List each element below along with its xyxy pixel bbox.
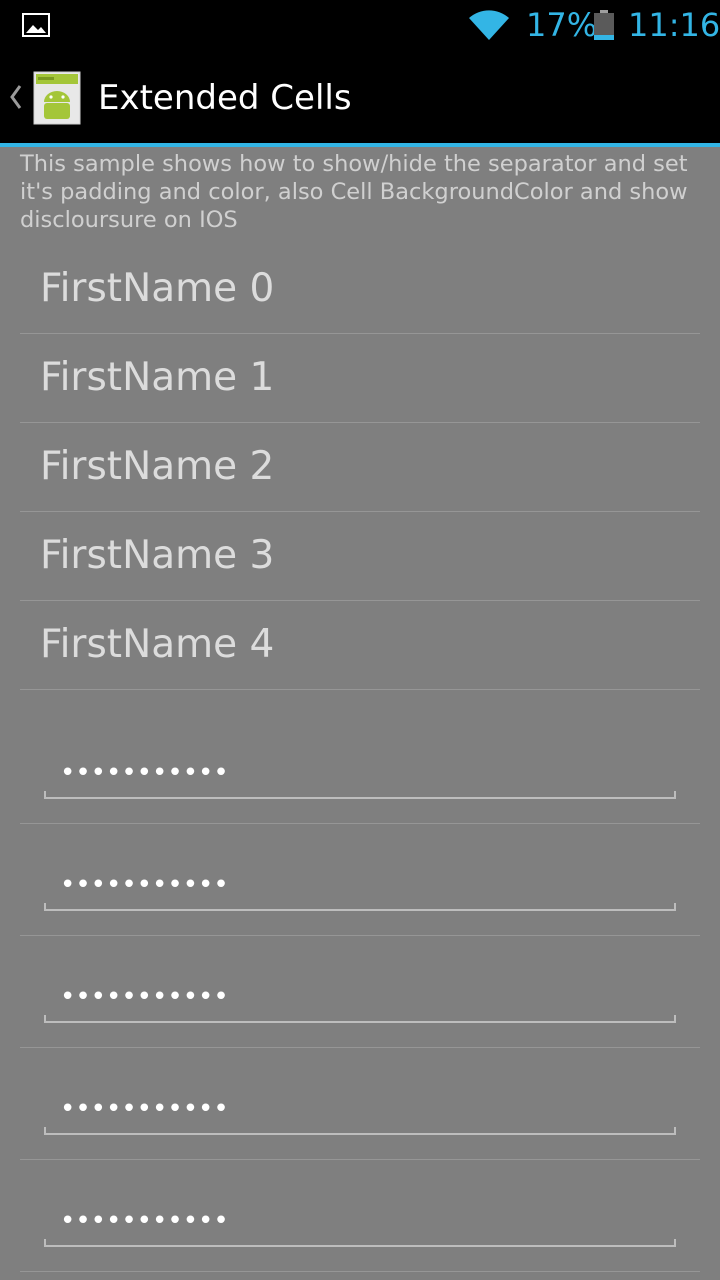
- page-title: Extended Cells: [98, 78, 352, 118]
- image-icon: [22, 13, 50, 37]
- password-cell: •••••••••••: [20, 690, 700, 824]
- list-item[interactable]: FirstName 3: [20, 512, 700, 601]
- password-value: •••••••••••: [60, 758, 229, 788]
- list-item-label: FirstName 3: [40, 533, 275, 578]
- password-cell: •••••••••••: [20, 1160, 700, 1272]
- clock: 11:16: [628, 6, 720, 44]
- password-value: •••••••••••: [60, 1094, 229, 1124]
- field-underline: [44, 1127, 676, 1135]
- battery-icon: [594, 10, 614, 40]
- password-value: •••••••••••: [60, 982, 229, 1012]
- password-value: •••••••••••: [60, 870, 229, 900]
- list-item[interactable]: FirstName 4: [20, 601, 700, 690]
- wifi-icon: [469, 10, 509, 41]
- password-field[interactable]: •••••••••••: [44, 1197, 676, 1247]
- action-bar-divider: [0, 143, 720, 147]
- action-bar: Extended Cells: [0, 50, 720, 143]
- password-cell: •••••••••••: [20, 824, 700, 936]
- sample-description: This sample shows how to show/hide the s…: [20, 151, 688, 233]
- field-underline: [44, 1239, 676, 1247]
- list-item[interactable]: FirstName 2: [20, 423, 700, 512]
- password-cell: •••••••••••: [20, 1048, 700, 1160]
- chevron-left-icon[interactable]: [8, 84, 24, 110]
- list-item-label: FirstName 4: [40, 622, 275, 667]
- list-item[interactable]: FirstName 0: [20, 245, 700, 334]
- android-app-icon[interactable]: [32, 70, 82, 126]
- password-field[interactable]: •••••••••••: [44, 749, 676, 799]
- password-cell: •••••••••••: [20, 936, 700, 1048]
- list-item-label: FirstName 1: [40, 355, 275, 400]
- password-field[interactable]: •••••••••••: [44, 1085, 676, 1135]
- list-item-label: FirstName 2: [40, 444, 275, 489]
- status-bar: 17% 11:16: [0, 0, 720, 50]
- password-field[interactable]: •••••••••••: [44, 973, 676, 1023]
- list-item[interactable]: FirstName 1: [20, 334, 700, 423]
- password-value: •••••••••••: [60, 1206, 229, 1236]
- battery-percent: 17%: [526, 6, 598, 44]
- field-underline: [44, 1015, 676, 1023]
- cell-list: FirstName 0 FirstName 1 FirstName 2 Firs…: [20, 245, 700, 1272]
- field-underline: [44, 903, 676, 911]
- list-item-label: FirstName 0: [40, 266, 275, 311]
- field-underline: [44, 791, 676, 799]
- password-field[interactable]: •••••••••••: [44, 861, 676, 911]
